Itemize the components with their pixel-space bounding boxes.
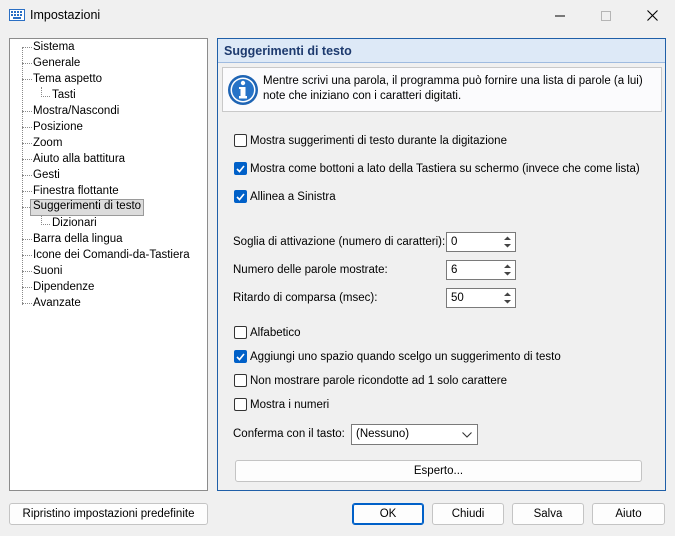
threshold-spinner[interactable]: 0 xyxy=(446,232,516,252)
delay-label: Ritardo di comparsa (msec): xyxy=(233,292,378,304)
checkbox-label: Mostra come bottoni a lato della Tastier… xyxy=(250,162,640,175)
title-bar: Impostazioni xyxy=(0,0,675,31)
panel-header: Suggerimenti di testo xyxy=(218,39,665,63)
spinner-value[interactable]: 6 xyxy=(451,264,457,276)
checkmark-icon xyxy=(236,192,245,201)
word-count-label: Numero delle parole mostrate: xyxy=(233,264,388,276)
tree-item-dizionari[interactable]: Dizionari xyxy=(50,216,99,231)
tree-item-finestra-flottante[interactable]: Finestra flottante xyxy=(31,184,121,199)
checkbox-box[interactable] xyxy=(234,350,247,363)
info-text: Mentre scrivi una parola, il programma p… xyxy=(263,75,643,102)
checkbox-box[interactable] xyxy=(234,374,247,387)
add-space-checkbox[interactable]: Aggiungi uno spazio quando scelgo un sug… xyxy=(234,350,561,363)
spinner-arrows-icon xyxy=(504,264,511,276)
checkbox-label: Aggiungi uno spazio quando scelgo un sug… xyxy=(250,350,561,363)
panel-title: Suggerimenti di testo xyxy=(224,44,352,58)
close-dialog-button[interactable]: Chiudi xyxy=(432,503,504,525)
tree-item-avanzate[interactable]: Avanzate xyxy=(31,296,83,311)
checkbox-label: Allinea a Sinistra xyxy=(250,190,336,203)
checkbox-box[interactable] xyxy=(234,190,247,203)
expert-button[interactable]: Esperto... xyxy=(235,460,642,482)
tree-connector xyxy=(22,47,23,305)
settings-panel: Suggerimenti di testo Mentre scrivi una … xyxy=(217,38,666,491)
tree-item-tema-aspetto[interactable]: Tema aspetto xyxy=(31,72,104,87)
tree-item-suoni[interactable]: Suoni xyxy=(31,264,64,279)
settings-tree[interactable]: Sistema Generale Tema aspetto Tasti Most… xyxy=(9,38,208,491)
align-left-checkbox[interactable]: Allinea a Sinistra xyxy=(234,190,336,203)
save-button[interactable]: Salva xyxy=(512,503,584,525)
tree-item-mostra-nascondi[interactable]: Mostra/Nascondi xyxy=(31,104,121,119)
confirm-key-label: Conferma con il tasto: xyxy=(233,428,345,440)
confirm-key-select[interactable]: (Nessuno) xyxy=(351,424,478,445)
checkbox-box[interactable] xyxy=(234,326,247,339)
close-button[interactable] xyxy=(629,0,675,31)
tree-item-posizione[interactable]: Posizione xyxy=(31,120,85,135)
tree-item-icone-comandi[interactable]: Icone dei Comandi-da-Tastiera xyxy=(31,248,192,263)
checkbox-label: Non mostrare parole ricondotte ad 1 solo… xyxy=(250,374,507,387)
tree-item-gesti[interactable]: Gesti xyxy=(31,168,62,183)
no-single-char-checkbox[interactable]: Non mostrare parole ricondotte ad 1 solo… xyxy=(234,374,507,387)
select-value: (Nessuno) xyxy=(356,428,410,440)
checkbox-label: Mostra i numeri xyxy=(250,398,330,411)
checkmark-icon xyxy=(236,352,245,361)
checkmark-icon xyxy=(236,164,245,173)
delay-spinner[interactable]: 50 xyxy=(446,288,516,308)
info-icon xyxy=(227,74,259,106)
spinner-arrows-icon xyxy=(504,236,511,248)
alphabetic-checkbox[interactable]: Alfabetico xyxy=(234,326,301,339)
chevron-down-icon xyxy=(462,432,472,438)
reset-defaults-button[interactable]: Ripristino impostazioni predefinite xyxy=(9,503,208,525)
checkbox-box[interactable] xyxy=(234,134,247,147)
word-count-spinner[interactable]: 6 xyxy=(446,260,516,280)
tree-item-tasti[interactable]: Tasti xyxy=(50,88,78,103)
spinner-arrows-icon xyxy=(504,292,511,304)
maximize-button xyxy=(583,0,629,31)
spinner-value[interactable]: 50 xyxy=(451,292,464,304)
help-button[interactable]: Aiuto xyxy=(592,503,665,525)
window-title: Impostazioni xyxy=(30,8,101,22)
show-suggestions-checkbox[interactable]: Mostra suggerimenti di testo durante la … xyxy=(234,134,507,147)
tree-item-generale[interactable]: Generale xyxy=(31,56,82,71)
tree-item-suggerimenti-testo[interactable]: Suggerimenti di testo xyxy=(30,199,145,216)
tree-item-zoom[interactable]: Zoom xyxy=(31,136,64,151)
show-numbers-checkbox[interactable]: Mostra i numeri xyxy=(234,398,329,411)
spinner-value[interactable]: 0 xyxy=(451,236,457,248)
info-box: Mentre scrivi una parola, il programma p… xyxy=(222,67,662,112)
tree-item-barra-lingua[interactable]: Barra della lingua xyxy=(31,232,125,247)
tree-item-dipendenze[interactable]: Dipendenze xyxy=(31,280,96,295)
close-icon xyxy=(646,10,658,21)
threshold-label: Soglia di attivazione (numero di caratte… xyxy=(233,236,446,248)
checkbox-label: Alfabetico xyxy=(250,326,301,339)
checkbox-label: Mostra suggerimenti di testo durante la … xyxy=(250,134,507,147)
minimize-button[interactable] xyxy=(537,0,583,31)
checkbox-box[interactable] xyxy=(234,398,247,411)
show-as-buttons-checkbox[interactable]: Mostra come bottoni a lato della Tastier… xyxy=(234,162,640,175)
tree-item-aiuto-battitura[interactable]: Aiuto alla battitura xyxy=(31,152,127,167)
ok-button[interactable]: OK xyxy=(352,503,424,525)
keyboard-icon xyxy=(9,9,25,21)
tree-item-sistema[interactable]: Sistema xyxy=(31,40,77,55)
checkbox-box[interactable] xyxy=(234,162,247,175)
